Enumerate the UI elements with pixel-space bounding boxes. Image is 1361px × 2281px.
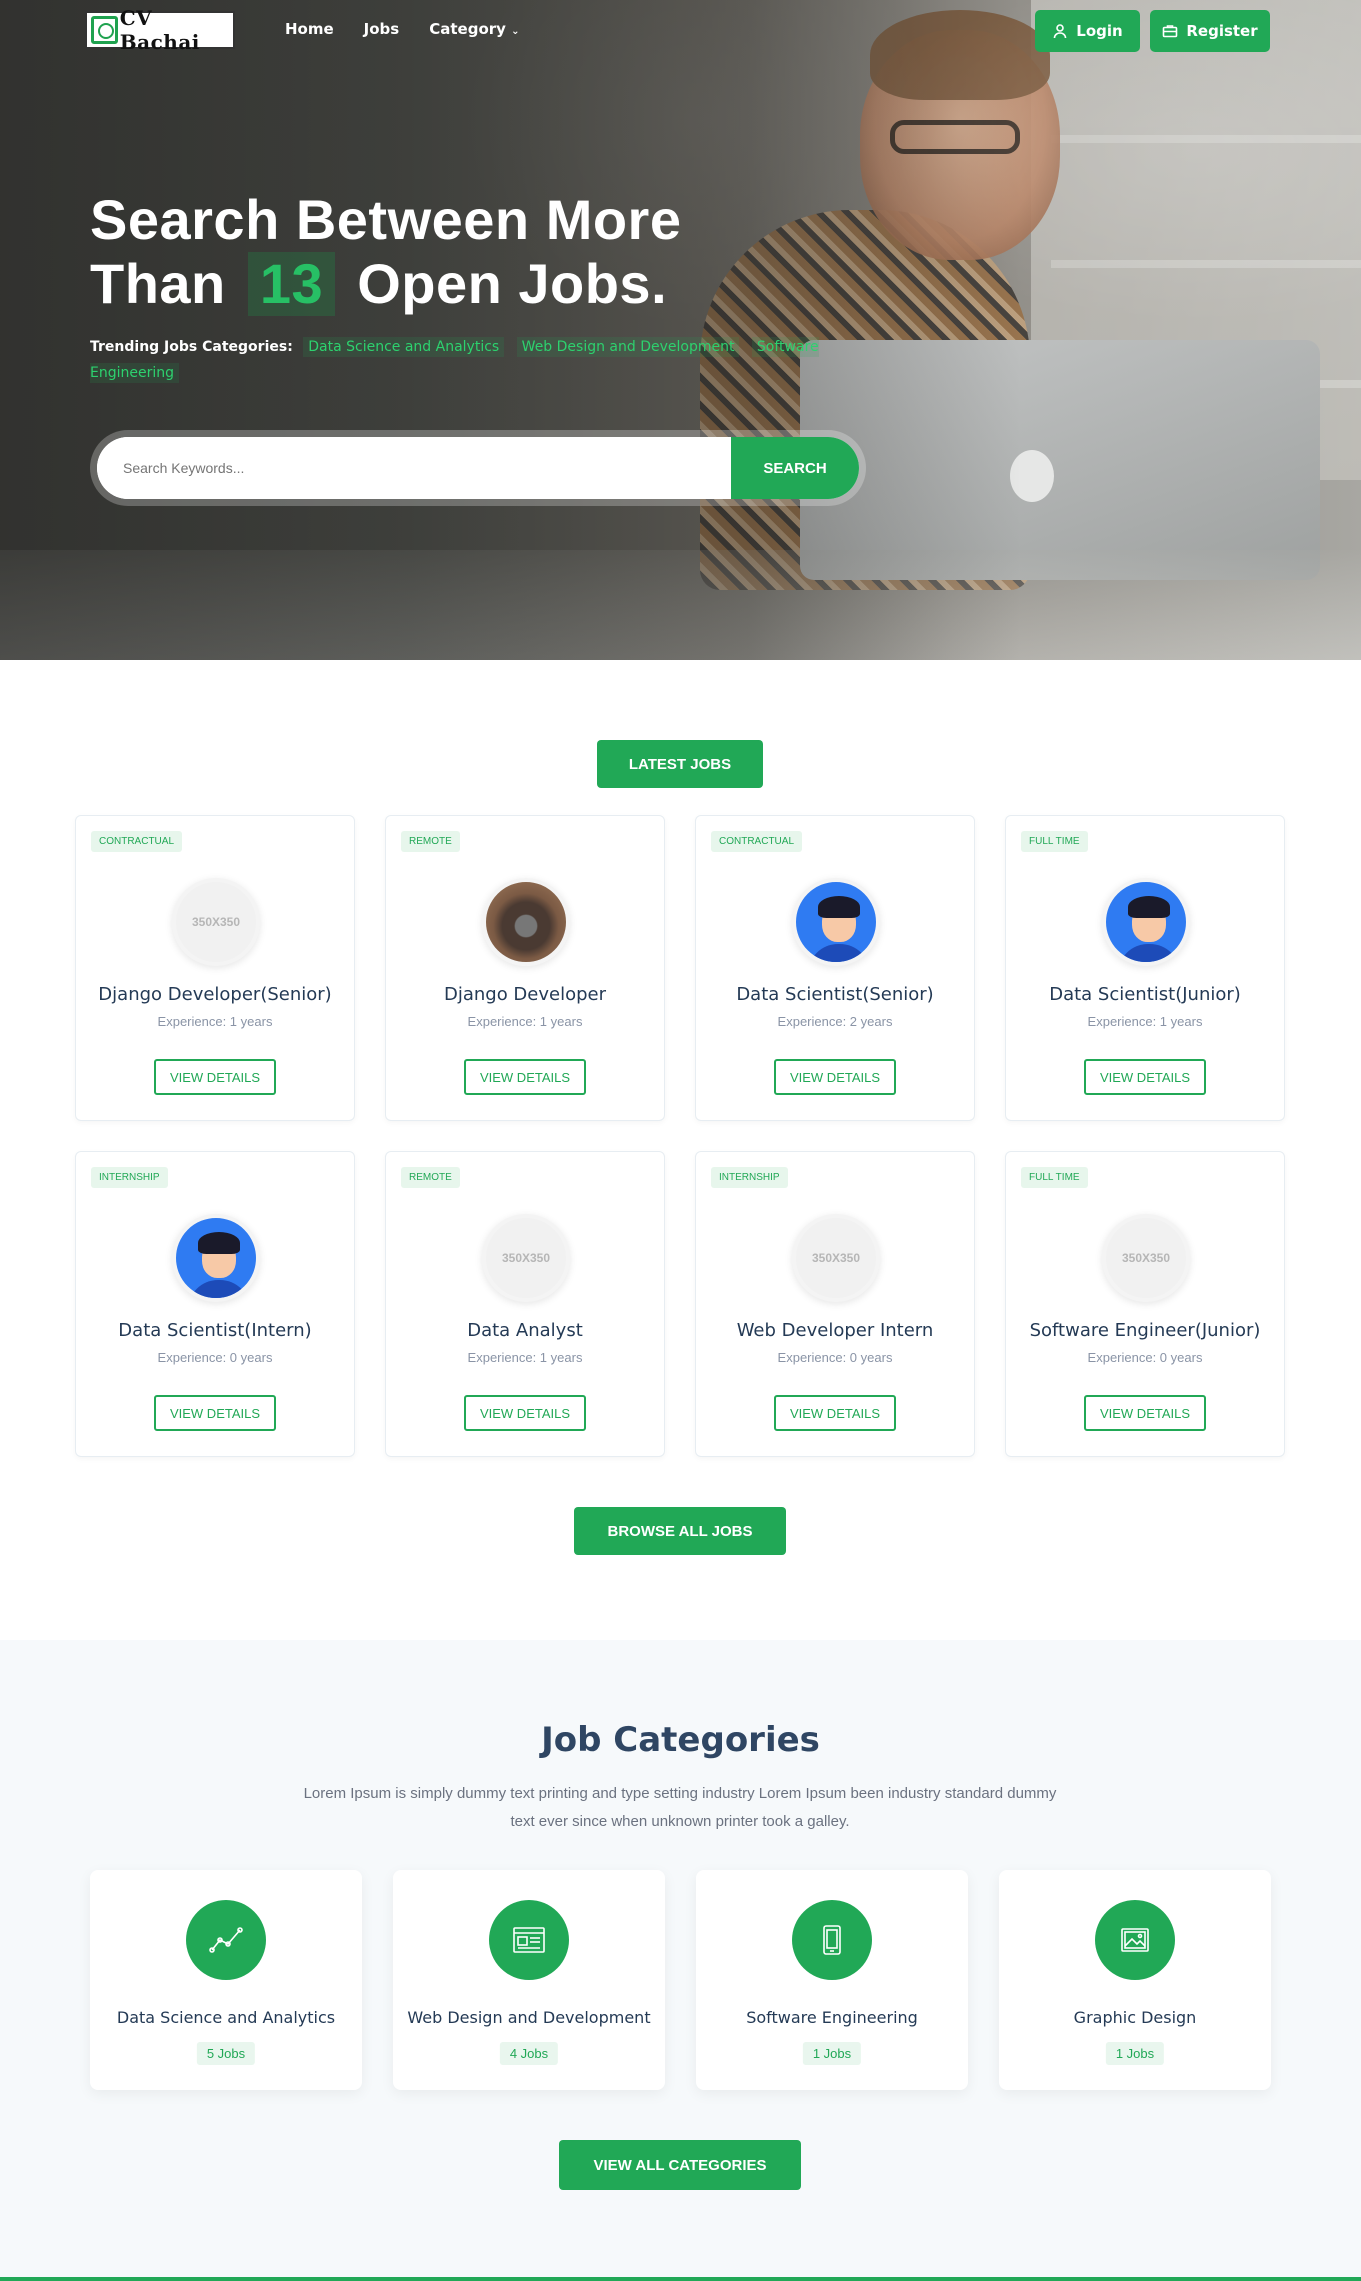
company-logo bbox=[482, 878, 570, 966]
search-bar: SEARCH bbox=[90, 430, 866, 506]
category-card[interactable]: Software Engineering 1 Jobs bbox=[696, 1870, 968, 2090]
job-card: FULL TIME Data Scientist(Junior) Experie… bbox=[1005, 815, 1285, 1121]
view-details-button[interactable]: VIEW DETAILS bbox=[464, 1059, 586, 1095]
job-type-badge: CONTRACTUAL bbox=[711, 831, 803, 852]
footer-divider bbox=[0, 2277, 1361, 2281]
user-avatar-icon bbox=[792, 878, 880, 966]
view-all-categories-button[interactable]: VIEW ALL CATEGORIES bbox=[559, 2140, 801, 2190]
company-logo: 350X350 bbox=[792, 1214, 880, 1302]
view-details-button[interactable]: VIEW DETAILS bbox=[154, 1059, 276, 1095]
job-card: REMOTE 350X350 Data Analyst Experience: … bbox=[385, 1151, 665, 1457]
job-categories-section: Job Categories Lorem Ipsum is simply dum… bbox=[0, 1640, 1361, 2281]
nav-link-jobs[interactable]: Jobs bbox=[364, 20, 400, 38]
section-description: Lorem Ipsum is simply dummy text printin… bbox=[303, 1785, 1057, 1830]
job-experience: Experience: 0 years bbox=[157, 1350, 273, 1365]
user-icon bbox=[1053, 24, 1067, 39]
view-details-button[interactable]: VIEW DETAILS bbox=[774, 1395, 896, 1431]
category-name: Web Design and Development bbox=[407, 2008, 651, 2027]
job-card: REMOTE Django Developer Experience: 1 ye… bbox=[385, 815, 665, 1121]
main-menu: Home Jobs Category ⌄ bbox=[285, 20, 520, 38]
login-button[interactable]: Login bbox=[1035, 10, 1140, 52]
job-card: CONTRACTUAL Data Scientist(Senior) Exper… bbox=[695, 815, 975, 1121]
view-details-button[interactable]: VIEW DETAILS bbox=[154, 1395, 276, 1431]
open-jobs-count: 13 bbox=[247, 252, 336, 316]
job-type-badge: INTERNSHIP bbox=[91, 1167, 168, 1188]
job-card: CONTRACTUAL 350X350 Django Developer(Sen… bbox=[75, 815, 355, 1121]
job-title[interactable]: Django Developer bbox=[386, 984, 664, 1005]
job-experience: Experience: 2 years bbox=[777, 1014, 893, 1029]
category-grid: Data Science and Analytics 5 Jobs Web De… bbox=[90, 1870, 1271, 2090]
chevron-down-icon: ⌄ bbox=[511, 26, 520, 37]
category-name: Data Science and Analytics bbox=[116, 2008, 336, 2027]
job-card: INTERNSHIP Data Scientist(Intern) Experi… bbox=[75, 1151, 355, 1457]
view-details-button[interactable]: VIEW DETAILS bbox=[1084, 1395, 1206, 1431]
latest-jobs-button[interactable]: LATEST JOBS bbox=[597, 740, 763, 788]
job-type-badge: REMOTE bbox=[401, 831, 460, 852]
category-job-count: 1 Jobs bbox=[802, 2042, 862, 2065]
view-details-button[interactable]: VIEW DETAILS bbox=[1084, 1059, 1206, 1095]
hero-section: CV Bachai Home Jobs Category ⌄ Login Reg… bbox=[0, 0, 1361, 660]
category-card[interactable]: Web Design and Development 4 Jobs bbox=[393, 1870, 665, 2090]
logo-icon bbox=[91, 16, 118, 44]
job-title[interactable]: Data Analyst bbox=[386, 1320, 664, 1341]
category-name: Software Engineering bbox=[746, 2008, 918, 2027]
user-avatar-icon bbox=[172, 1214, 260, 1302]
search-input[interactable] bbox=[97, 437, 731, 499]
image-icon bbox=[1095, 1900, 1175, 1980]
job-title[interactable]: Web Developer Intern bbox=[696, 1320, 974, 1341]
category-card[interactable]: Graphic Design 1 Jobs bbox=[999, 1870, 1271, 2090]
trending-tag[interactable]: Web Design and Development bbox=[516, 337, 740, 357]
trending-categories: Trending Jobs Categories: Data Science a… bbox=[90, 337, 819, 383]
nav-link-home[interactable]: Home bbox=[285, 20, 334, 38]
job-type-badge: FULL TIME bbox=[1021, 1167, 1088, 1188]
category-job-count: 1 Jobs bbox=[1105, 2042, 1165, 2065]
job-grid: CONTRACTUAL 350X350 Django Developer(Sen… bbox=[75, 815, 1285, 1457]
hero-content: Search Between More Than 13 Open Jobs. T… bbox=[90, 188, 850, 386]
job-experience: Experience: 1 years bbox=[157, 1014, 273, 1029]
category-job-count: 4 Jobs bbox=[499, 2042, 559, 2065]
trending-tag[interactable]: Data Science and Analytics bbox=[303, 337, 505, 357]
job-card: FULL TIME 350X350 Software Engineer(Juni… bbox=[1005, 1151, 1285, 1457]
job-type-badge: REMOTE bbox=[401, 1167, 460, 1188]
job-type-badge: INTERNSHIP bbox=[711, 1167, 788, 1188]
chart-line-icon bbox=[186, 1900, 266, 1980]
category-job-count: 5 Jobs bbox=[196, 2042, 256, 2065]
section-title: Job Categories bbox=[541, 1720, 820, 1760]
logo-text: CV Bachai bbox=[119, 6, 200, 54]
top-navbar: CV Bachai Home Jobs Category ⌄ Login Reg… bbox=[0, 6, 1361, 54]
job-type-badge: FULL TIME bbox=[1021, 831, 1088, 852]
job-experience: Experience: 1 years bbox=[467, 1014, 583, 1029]
job-card: INTERNSHIP 350X350 Web Developer Intern … bbox=[695, 1151, 975, 1457]
job-experience: Experience: 1 years bbox=[467, 1350, 583, 1365]
browse-all-jobs-button[interactable]: BROWSE ALL JOBS bbox=[574, 1507, 786, 1555]
mobile-device-icon bbox=[792, 1900, 872, 1980]
job-experience: Experience: 0 years bbox=[1087, 1350, 1203, 1365]
job-title[interactable]: Django Developer(Senior) bbox=[76, 984, 354, 1005]
job-title[interactable]: Software Engineer(Junior) bbox=[1006, 1320, 1284, 1341]
nav-link-category[interactable]: Category ⌄ bbox=[429, 20, 519, 38]
job-title[interactable]: Data Scientist(Senior) bbox=[696, 984, 974, 1005]
browser-window-icon bbox=[489, 1900, 569, 1980]
view-details-button[interactable]: VIEW DETAILS bbox=[464, 1395, 586, 1431]
view-details-button[interactable]: VIEW DETAILS bbox=[774, 1059, 896, 1095]
category-card[interactable]: Data Science and Analytics 5 Jobs bbox=[90, 1870, 362, 2090]
register-button[interactable]: Register bbox=[1150, 10, 1270, 52]
briefcase-icon bbox=[1163, 25, 1178, 38]
job-experience: Experience: 0 years bbox=[777, 1350, 893, 1365]
user-avatar-icon bbox=[1102, 878, 1190, 966]
category-name: Graphic Design bbox=[1073, 2008, 1197, 2027]
hero-title: Search Between More Than 13 Open Jobs. bbox=[90, 188, 682, 316]
site-logo[interactable]: CV Bachai bbox=[85, 6, 235, 54]
latest-jobs-section: LATEST JOBS CONTRACTUAL 350X350 Django D… bbox=[0, 660, 1361, 1640]
job-title[interactable]: Data Scientist(Junior) bbox=[1006, 984, 1284, 1005]
search-button[interactable]: SEARCH bbox=[731, 437, 859, 499]
company-logo: 350X350 bbox=[172, 878, 260, 966]
job-type-badge: CONTRACTUAL bbox=[91, 831, 183, 852]
company-logo: 350X350 bbox=[1102, 1214, 1190, 1302]
company-logo: 350X350 bbox=[482, 1214, 570, 1302]
job-title[interactable]: Data Scientist(Intern) bbox=[76, 1320, 354, 1341]
job-experience: Experience: 1 years bbox=[1087, 1014, 1203, 1029]
